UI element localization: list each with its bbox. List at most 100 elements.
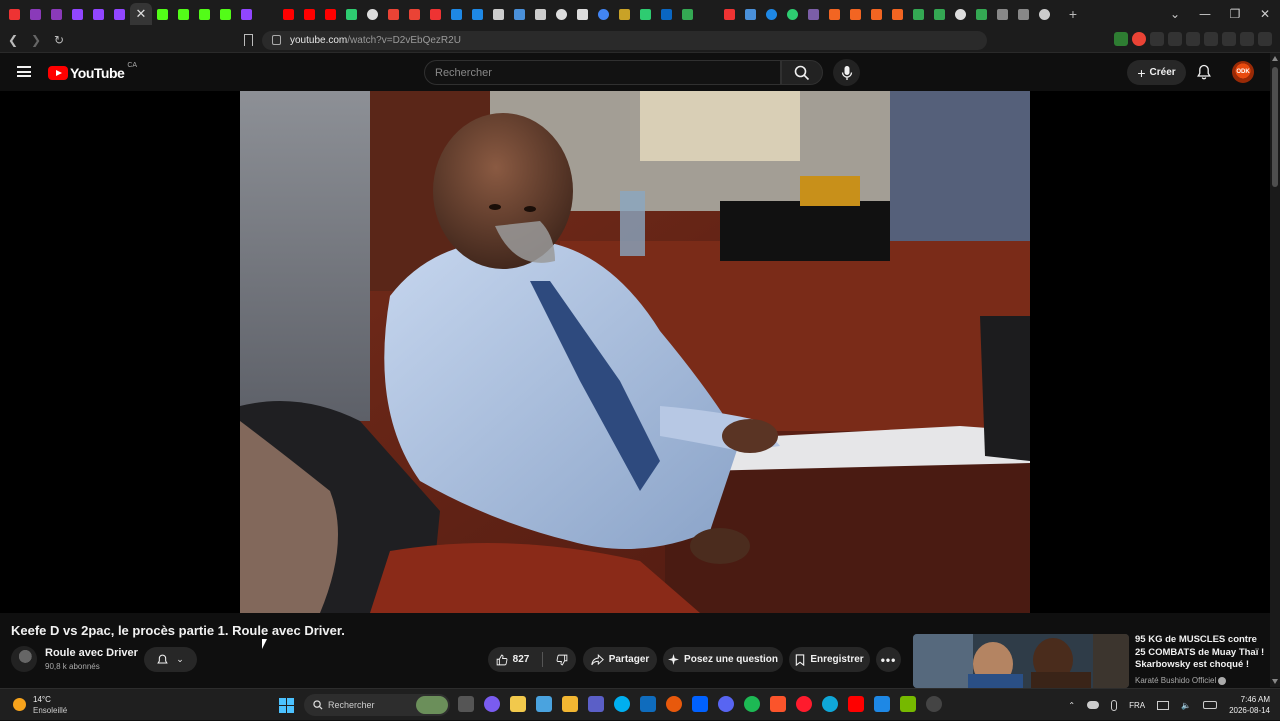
vpn-icon[interactable] [1240, 32, 1254, 46]
tab[interactable] [25, 3, 46, 25]
back-icon[interactable]: ❮ [3, 33, 23, 47]
tab[interactable] [299, 3, 320, 25]
copilot-icon[interactable] [484, 696, 500, 712]
subscription-button[interactable]: ⌄ [144, 647, 197, 672]
dropbox-icon[interactable] [692, 696, 708, 712]
tab[interactable] [719, 3, 740, 25]
tab[interactable] [572, 3, 593, 25]
opera-icon[interactable] [796, 696, 812, 712]
search-button[interactable] [781, 60, 823, 85]
channel-avatar[interactable] [11, 646, 37, 672]
windows-start-icon[interactable] [279, 698, 294, 713]
mic-tray-icon[interactable] [1111, 699, 1118, 711]
tab[interactable] [698, 3, 719, 25]
like-button[interactable]: 827 [496, 654, 529, 666]
store-icon[interactable] [510, 696, 526, 712]
menu-icon[interactable] [17, 66, 31, 77]
media-icon[interactable] [1168, 32, 1182, 46]
video-frame[interactable] [240, 91, 1030, 613]
account-avatar[interactable]: ODK [1232, 61, 1254, 83]
tab[interactable] [215, 3, 236, 25]
task-view-icon[interactable] [458, 696, 474, 712]
tab[interactable] [887, 3, 908, 25]
volume-icon[interactable]: 🔈 [1181, 701, 1191, 710]
tab[interactable] [194, 3, 215, 25]
voice-search-button[interactable] [833, 59, 860, 86]
share-button[interactable]: Partager [583, 647, 657, 672]
tab[interactable] [383, 3, 404, 25]
tab[interactable] [152, 3, 173, 25]
tab[interactable] [845, 3, 866, 25]
file-explorer-icon[interactable] [562, 696, 578, 712]
tab-list-icon[interactable]: ⌄ [1160, 7, 1190, 21]
tray-overflow-icon[interactable]: ⌃ [1068, 701, 1075, 710]
tab[interactable] [4, 3, 25, 25]
teams-icon[interactable] [588, 696, 604, 712]
tab[interactable] [425, 3, 446, 25]
tab[interactable] [740, 3, 761, 25]
settings-icon[interactable] [926, 696, 942, 712]
more-actions-button[interactable]: ••• [876, 647, 901, 672]
recommended-video-thumbnail[interactable] [913, 634, 1129, 688]
tab[interactable] [67, 3, 88, 25]
clock[interactable]: 7:46 AM 2026-08-14 [1229, 694, 1270, 716]
video-player[interactable] [0, 91, 1270, 613]
input-language[interactable]: FRA [1129, 701, 1145, 710]
thumbs-down-icon[interactable] [556, 654, 568, 666]
leo-icon[interactable] [1222, 32, 1236, 46]
site-info-icon[interactable] [272, 35, 281, 45]
address-bar[interactable]: youtube.com/watch?v=D2vEbQezR2U [262, 31, 987, 50]
notepad-icon[interactable] [536, 696, 552, 712]
tab[interactable] [404, 3, 425, 25]
tab[interactable] [866, 3, 887, 25]
tab[interactable] [950, 3, 971, 25]
app-icon[interactable] [666, 696, 682, 712]
spotify-icon[interactable] [744, 696, 760, 712]
tab[interactable] [824, 3, 845, 25]
tab[interactable] [530, 3, 551, 25]
recommended-video-title[interactable]: 95 KG de MUSCLES contre 25 COMBATS de Mu… [1135, 634, 1267, 672]
taskbar-search[interactable]: Rechercher [304, 694, 450, 716]
nvidia-icon[interactable] [900, 696, 916, 712]
tab[interactable] [656, 3, 677, 25]
tab[interactable] [992, 3, 1013, 25]
youtube-app-icon[interactable] [848, 696, 864, 712]
tab[interactable] [551, 3, 572, 25]
network-icon[interactable] [1157, 700, 1170, 710]
extension-icon[interactable] [1132, 32, 1146, 46]
brave-icon[interactable] [770, 696, 786, 712]
ask-question-button[interactable]: Posez une question [663, 647, 783, 672]
bookmark-icon[interactable] [244, 34, 253, 46]
tab[interactable] [362, 3, 383, 25]
sidebar-icon[interactable] [1186, 32, 1200, 46]
active-tab[interactable]: ✕ [130, 3, 152, 25]
tab[interactable] [635, 3, 656, 25]
youtube-logo[interactable]: YouTube CA [48, 62, 137, 81]
tab[interactable] [236, 3, 257, 25]
search-input[interactable]: Rechercher [424, 60, 781, 85]
outlook-icon[interactable] [640, 696, 656, 712]
puzzle-icon[interactable] [1150, 32, 1164, 46]
forward-icon[interactable]: ❯ [26, 33, 46, 47]
wallet-icon[interactable] [1204, 32, 1218, 46]
edge-icon[interactable] [822, 696, 838, 712]
tab[interactable] [593, 3, 614, 25]
tab[interactable] [109, 3, 130, 25]
close-tab-icon[interactable]: ✕ [136, 7, 147, 22]
reload-icon[interactable]: ↻ [49, 33, 69, 47]
extension-icon[interactable] [1114, 32, 1128, 46]
tab[interactable] [88, 3, 109, 25]
tab[interactable] [1034, 3, 1055, 25]
tab[interactable] [488, 3, 509, 25]
save-button[interactable]: Enregistrer [789, 647, 870, 672]
scroll-up-icon[interactable] [1272, 56, 1278, 61]
app-icon[interactable] [874, 696, 890, 712]
battery-icon[interactable] [1203, 701, 1218, 709]
tab[interactable] [803, 3, 824, 25]
menu-icon[interactable] [1258, 32, 1272, 46]
tab[interactable] [614, 3, 635, 25]
tab[interactable] [173, 3, 194, 25]
tab[interactable] [929, 3, 950, 25]
channel-name[interactable]: Roule avec Driver [45, 647, 138, 659]
cloud-icon[interactable] [1087, 701, 1100, 709]
